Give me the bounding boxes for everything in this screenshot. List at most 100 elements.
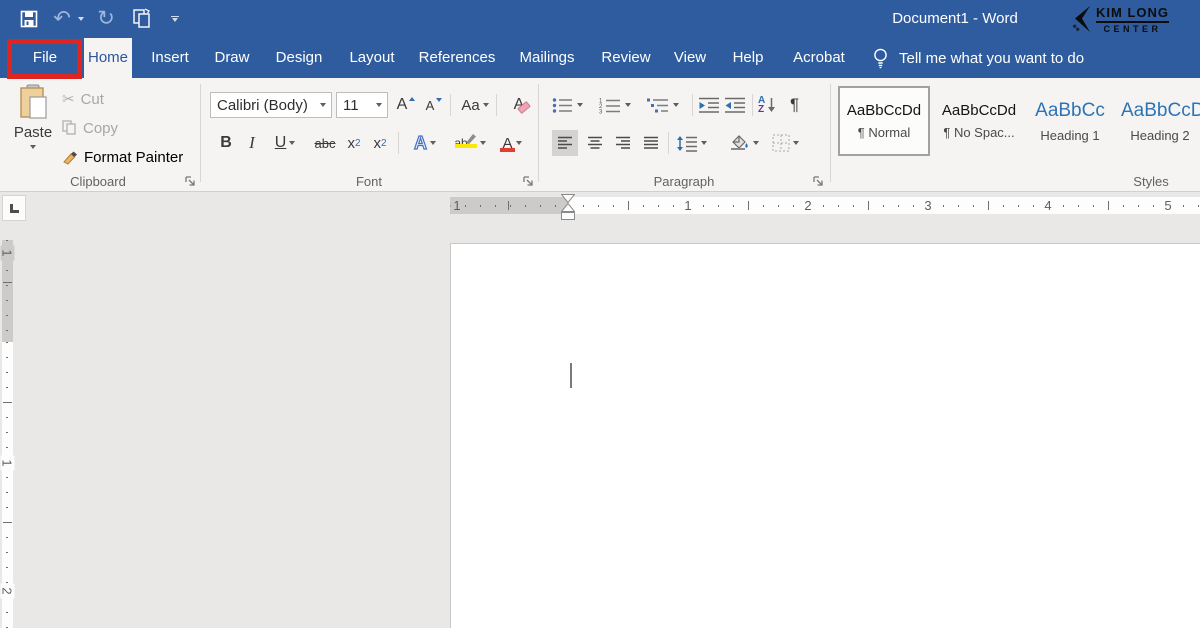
tab-mailings[interactable]: Mailings (512, 38, 582, 78)
font-name-select[interactable]: Calibri (Body) (210, 92, 332, 118)
vertical-ruler-margin: 1 (2, 240, 13, 342)
align-left-button[interactable] (552, 130, 578, 156)
subscript-button[interactable]: x2 (342, 130, 366, 156)
left-indent-marker[interactable] (561, 212, 575, 220)
style-normal[interactable]: AaBbCcDd ¶ Normal (838, 86, 930, 156)
line-spacing-button[interactable] (676, 130, 707, 156)
tab-stop-selector[interactable] (2, 195, 26, 221)
superscript-button[interactable]: x2 (368, 130, 392, 156)
tab-design[interactable]: Design (268, 38, 330, 78)
clipboard-dialog-launcher[interactable] (184, 175, 197, 188)
increase-indent-button[interactable] (724, 92, 746, 118)
shading-button[interactable] (728, 130, 759, 156)
save-button[interactable] (16, 0, 42, 38)
svg-text:3: 3 (599, 109, 603, 114)
strikethrough-glyph: abc (315, 136, 336, 151)
underline-button[interactable]: U (266, 130, 304, 156)
decrease-indent-button[interactable] (698, 92, 720, 118)
tab-review[interactable]: Review (594, 38, 658, 78)
group-separator (830, 84, 831, 182)
ribbon-home: Paste ✂ Cut Copy Format Painter Clipboar… (0, 78, 1200, 192)
format-painter-button[interactable]: Format Painter (62, 146, 183, 168)
horizontal-ruler-margin[interactable]: 1 (450, 197, 568, 214)
ruler-tick-medium (868, 201, 869, 210)
document-page[interactable] (450, 243, 1200, 628)
chevron-down-icon (483, 103, 489, 107)
small-separator (752, 94, 753, 116)
clear-formatting-button[interactable]: A (504, 92, 534, 118)
brand-logo: KIM LONG CENTER (1072, 3, 1169, 35)
horizontal-ruler[interactable]: 1 2 3 4 5 (568, 197, 1200, 214)
tab-help[interactable]: Help (726, 38, 770, 78)
tab-references[interactable]: References (414, 38, 500, 78)
grow-font-button[interactable]: A (394, 92, 418, 118)
first-line-indent-marker[interactable] (561, 194, 575, 203)
decrease-indent-icon (698, 97, 720, 114)
show-hide-marks-button[interactable]: ¶ (790, 90, 799, 120)
ruler-number: 4 (1041, 197, 1054, 214)
hanging-indent-marker[interactable] (561, 203, 575, 212)
change-case-button[interactable]: Aa (458, 92, 492, 118)
italic-glyph: I (249, 133, 255, 153)
undo-button[interactable]: ↶ (50, 0, 74, 38)
tab-home[interactable]: Home (84, 38, 132, 78)
lightbulb-icon (872, 47, 889, 69)
ruler-tick-medium (1108, 201, 1109, 210)
window-title: Document1 - Word (880, 0, 1030, 38)
chevron-down-icon (289, 141, 295, 145)
align-center-button[interactable] (582, 130, 608, 156)
font-dialog-launcher[interactable] (522, 175, 535, 188)
document-area: 1 1 2 (0, 226, 1200, 628)
customize-quick-access-button[interactable] (166, 0, 184, 38)
superscript-digit: 2 (381, 138, 387, 149)
tab-insert[interactable]: Insert (144, 38, 196, 78)
italic-button[interactable]: I (242, 130, 262, 156)
align-right-button[interactable] (610, 130, 636, 156)
clipboard-group-label: Clipboard (0, 174, 196, 190)
tab-draw[interactable]: Draw (206, 38, 258, 78)
copy-button[interactable]: Copy (62, 117, 118, 139)
bold-button[interactable]: B (214, 130, 238, 156)
pilcrow-glyph: ¶ (790, 95, 799, 115)
ruler-number: 2 (801, 197, 814, 214)
ruler-row: 1 1 2 3 4 5 (0, 192, 1200, 226)
bullets-button[interactable] (552, 92, 583, 118)
borders-button[interactable] (772, 130, 799, 156)
style-heading-2[interactable]: AaBbCcD Heading 2 (1116, 86, 1200, 156)
paragraph-dialog-launcher[interactable] (812, 175, 825, 188)
underline-glyph: U (275, 134, 287, 152)
text-highlight-button[interactable]: ab (450, 130, 490, 156)
style-label: ¶ No Spac... (943, 125, 1014, 140)
ruler-ticks (450, 205, 568, 207)
numbering-button[interactable]: 1 2 3 (598, 92, 631, 118)
undo-dropdown[interactable] (76, 0, 86, 38)
style-label: Heading 2 (1130, 128, 1189, 143)
cut-label: Cut (81, 91, 104, 108)
copy-label: Copy (83, 120, 118, 137)
style-no-spacing[interactable]: AaBbCcDd ¶ No Spac... (934, 86, 1024, 156)
multilevel-list-button[interactable] (646, 92, 679, 118)
paragraph-group-label: Paragraph (538, 174, 830, 190)
cut-button[interactable]: ✂ Cut (62, 88, 104, 110)
tab-layout[interactable]: Layout (342, 38, 402, 78)
font-color-button[interactable]: A (494, 130, 530, 156)
copy-button-qat[interactable] (128, 0, 156, 38)
text-effects-button[interactable]: A (406, 130, 444, 156)
style-heading-1[interactable]: AaBbCc Heading 1 (1028, 86, 1112, 156)
font-size-select[interactable]: 11 (336, 92, 388, 118)
font-color-bar (500, 148, 515, 152)
strikethrough-button[interactable]: abc (310, 130, 340, 156)
justify-button[interactable] (638, 130, 664, 156)
tab-view[interactable]: View (668, 38, 712, 78)
vertical-ruler[interactable]: 1 1 2 (2, 240, 13, 628)
tell-me-search[interactable]: Tell me what you want to do (872, 38, 1084, 78)
shrink-font-button[interactable]: A (422, 92, 446, 118)
subscript-glyph: x (347, 135, 355, 152)
tab-file[interactable]: File (10, 38, 80, 78)
vertical-ruler-body: 1 2 (2, 342, 13, 628)
redo-button[interactable]: ↻ (94, 0, 118, 38)
sort-button[interactable]: A Z (758, 90, 776, 120)
paste-button[interactable]: Paste (8, 84, 58, 172)
paste-icon (18, 84, 48, 120)
tab-acrobat[interactable]: Acrobat (786, 38, 852, 78)
